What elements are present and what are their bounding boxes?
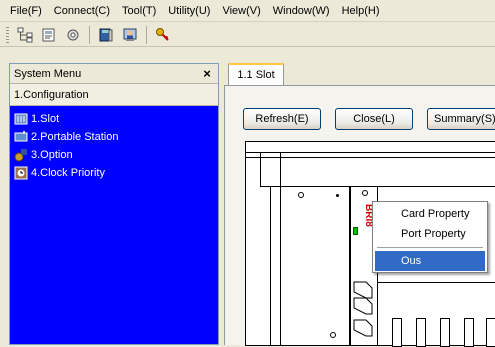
menu-separator bbox=[377, 247, 483, 248]
slot-icon bbox=[14, 113, 28, 125]
card-slot[interactable] bbox=[416, 318, 426, 347]
menu-help[interactable]: Help(H) bbox=[336, 5, 386, 17]
toolbar bbox=[0, 23, 495, 47]
menu-view[interactable]: View(V) bbox=[216, 5, 266, 17]
menu-window[interactable]: Window(W) bbox=[267, 5, 336, 17]
card-slot[interactable] bbox=[464, 318, 474, 347]
book-icon[interactable] bbox=[97, 26, 115, 44]
menu-tool[interactable]: Tool(T) bbox=[116, 5, 162, 17]
menu-file[interactable]: File(F) bbox=[4, 5, 48, 17]
clock-priority-icon bbox=[14, 166, 28, 180]
menu-bar: File(F) Connect(C) Tool(T) Utility(U) Vi… bbox=[0, 0, 495, 22]
gear-icon[interactable] bbox=[64, 26, 82, 44]
card-slot[interactable] bbox=[486, 318, 495, 347]
tab-strip: 1.1 Slot bbox=[224, 63, 495, 85]
menu-connect[interactable]: Connect(C) bbox=[48, 5, 116, 17]
sidebar-item-slot[interactable]: 1.Slot bbox=[10, 110, 218, 128]
context-menu: Card Property Port Property Ous bbox=[372, 201, 488, 273]
toolbar-separator bbox=[89, 25, 90, 44]
sidebar-item-label: 2.Portable Station bbox=[31, 131, 119, 143]
sidebar-item-clock-priority[interactable]: 4.Clock Priority bbox=[10, 164, 218, 182]
card-property-menu-item[interactable]: Card Property bbox=[375, 204, 485, 224]
menu-utility[interactable]: Utility(U) bbox=[162, 5, 216, 17]
system-menu-title: System Menu bbox=[14, 67, 82, 80]
card-slot[interactable] bbox=[440, 318, 450, 347]
key-icon[interactable] bbox=[154, 26, 172, 44]
sidebar-item-label: 3.Option bbox=[31, 149, 73, 161]
summary-button[interactable]: Summary(S) bbox=[427, 108, 495, 130]
system-menu-header: System Menu × bbox=[10, 64, 218, 84]
refresh-button[interactable]: Refresh(E) bbox=[243, 108, 321, 130]
system-menu-panel: System Menu × 1.Configuration 1.Slot 2.P… bbox=[9, 63, 219, 345]
status-led bbox=[353, 227, 358, 235]
portable-station-icon bbox=[14, 131, 28, 142]
sidebar-item-option[interactable]: 3.Option bbox=[10, 146, 218, 164]
sidebar-item-label: 4.Clock Priority bbox=[31, 167, 105, 179]
toolbar-separator bbox=[146, 25, 147, 44]
option-icon bbox=[14, 149, 27, 162]
port-connectors bbox=[353, 281, 373, 337]
port-property-menu-item[interactable]: Port Property bbox=[375, 224, 485, 244]
close-button[interactable]: Close(L) bbox=[335, 108, 413, 130]
close-icon[interactable]: × bbox=[200, 66, 214, 81]
person-icon[interactable] bbox=[121, 26, 139, 44]
toolbar-grip[interactable] bbox=[6, 26, 9, 43]
document-icon[interactable] bbox=[40, 26, 58, 44]
sidebar-item-portable-station[interactable]: 2.Portable Station bbox=[10, 128, 218, 146]
configuration-list: 1.Slot 2.Portable Station 3.Option 4.Clo… bbox=[10, 106, 218, 344]
card-slot[interactable] bbox=[280, 186, 350, 346]
configuration-section[interactable]: 1.Configuration bbox=[10, 84, 218, 106]
ous-menu-item[interactable]: Ous bbox=[375, 251, 485, 271]
tab-slot[interactable]: 1.1 Slot bbox=[228, 63, 284, 85]
card-slot[interactable] bbox=[392, 318, 402, 347]
hierarchy-icon[interactable] bbox=[16, 26, 34, 44]
sidebar-item-label: 1.Slot bbox=[31, 113, 60, 125]
